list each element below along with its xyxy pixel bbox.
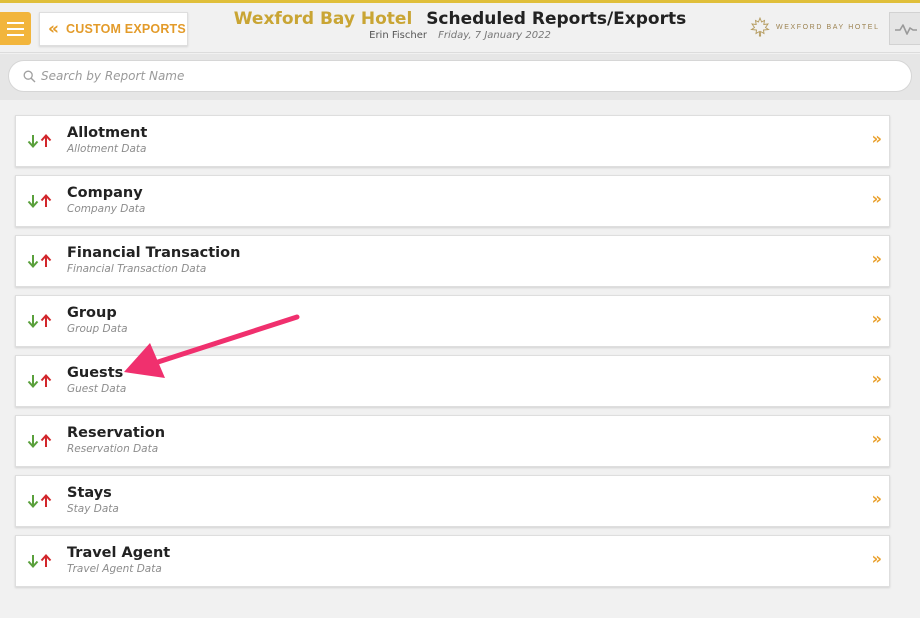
- logo-text: WEXFORD BAY HOTEL: [776, 23, 880, 31]
- double-chevron-right-icon: »: [871, 309, 883, 328]
- report-subtitle: Financial Transaction Data: [67, 263, 207, 275]
- report-title: Group: [67, 305, 117, 321]
- page-title: Scheduled Reports/Exports: [426, 9, 687, 29]
- current-date: Friday, 7 January 2022: [438, 30, 551, 41]
- report-subtitle: Guest Data: [67, 383, 127, 395]
- report-list: Allotment Allotment Data » Company Compa…: [15, 115, 890, 595]
- report-subtitle: Stay Data: [67, 503, 119, 515]
- sort-arrows-icon: [27, 434, 52, 448]
- report-row-travel-agent[interactable]: Travel Agent Travel Agent Data »: [15, 535, 890, 587]
- sort-arrows-icon: [27, 134, 52, 148]
- report-title: Guests: [67, 365, 124, 381]
- double-chevron-right-icon: »: [871, 489, 883, 508]
- double-chevron-right-icon: »: [871, 549, 883, 568]
- back-button-label: CUSTOM EXPORTS: [65, 22, 186, 36]
- search-bar-area: [0, 54, 920, 100]
- hotel-name: Wexford Bay Hotel: [233, 9, 413, 29]
- report-row-allotment[interactable]: Allotment Allotment Data »: [15, 115, 890, 167]
- sort-arrows-icon: [27, 494, 52, 508]
- page-title-block: Wexford Bay Hotel Scheduled Reports/Expo…: [190, 9, 730, 41]
- report-row-stays[interactable]: Stays Stay Data »: [15, 475, 890, 527]
- report-title: Allotment: [67, 125, 148, 141]
- report-title: Travel Agent: [67, 545, 171, 561]
- report-subtitle: Allotment Data: [67, 143, 147, 155]
- report-title: Stays: [67, 485, 112, 501]
- report-row-group[interactable]: Group Group Data »: [15, 295, 890, 347]
- double-chevron-right-icon: »: [871, 129, 883, 148]
- search-icon: [23, 70, 36, 82]
- report-subtitle: Reservation Data: [67, 443, 159, 455]
- report-subtitle: Travel Agent Data: [67, 563, 162, 575]
- report-title: Reservation: [67, 425, 166, 441]
- double-chevron-right-icon: »: [871, 429, 883, 448]
- sort-arrows-icon: [27, 314, 52, 328]
- menu-bar-icon: [7, 21, 24, 24]
- user-name: Erin Fischer: [369, 30, 427, 41]
- sort-arrows-icon: [27, 374, 52, 388]
- search-input[interactable]: [41, 69, 901, 83]
- sort-arrows-icon: [27, 554, 52, 568]
- hotel-logo: WEXFORD BAY HOTEL: [750, 17, 880, 37]
- double-chevron-right-icon: »: [871, 189, 883, 208]
- report-subtitle: Company Data: [67, 203, 146, 215]
- double-chevron-left-icon: «: [48, 18, 59, 39]
- report-title: Company: [67, 185, 143, 201]
- report-row-company[interactable]: Company Company Data »: [15, 175, 890, 227]
- report-subtitle: Group Data: [67, 323, 128, 335]
- activity-button[interactable]: [889, 12, 920, 45]
- maple-leaf-logo-icon: [750, 17, 770, 37]
- hamburger-menu-button[interactable]: [0, 12, 31, 45]
- activity-pulse-icon: [895, 23, 917, 35]
- report-row-financial-transaction[interactable]: Financial Transaction Financial Transact…: [15, 235, 890, 287]
- report-row-guests[interactable]: Guests Guest Data »: [15, 355, 890, 407]
- menu-bar-icon: [7, 33, 24, 36]
- custom-exports-back-button[interactable]: « CUSTOM EXPORTS: [39, 12, 188, 46]
- double-chevron-right-icon: »: [871, 369, 883, 388]
- search-box[interactable]: [8, 60, 912, 92]
- report-title: Financial Transaction: [67, 245, 241, 261]
- header-bar: « CUSTOM EXPORTS Wexford Bay Hotel Sched…: [0, 3, 920, 53]
- double-chevron-right-icon: »: [871, 249, 883, 268]
- sort-arrows-icon: [27, 254, 52, 268]
- report-row-reservation[interactable]: Reservation Reservation Data »: [15, 415, 890, 467]
- sort-arrows-icon: [27, 194, 52, 208]
- menu-bar-icon: [7, 27, 24, 30]
